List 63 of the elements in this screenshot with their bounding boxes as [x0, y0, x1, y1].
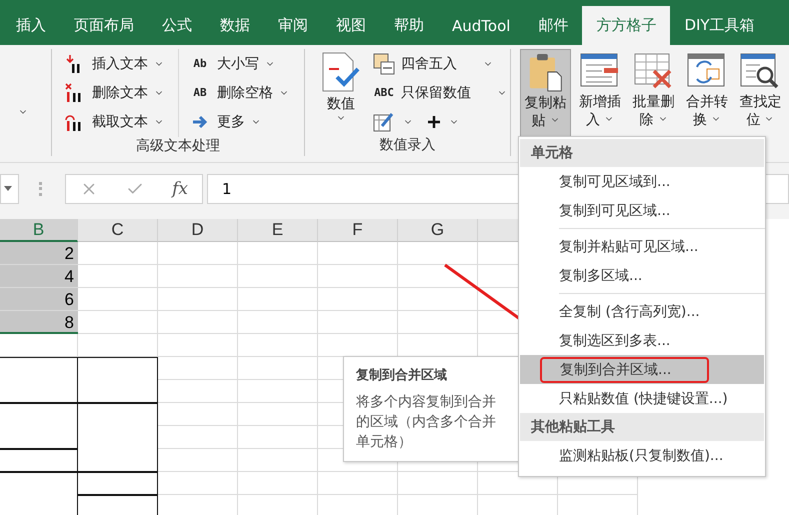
- table-cell: 4: [0, 265, 78, 288]
- table-cell: 8: [0, 311, 78, 334]
- ribbon-command[interactable]: 截取文本: [64, 107, 164, 136]
- column-header[interactable]: B: [0, 219, 78, 242]
- ribbon-command[interactable]: AB 删除空格: [189, 78, 289, 107]
- ribbon-command[interactable]: 插入文本: [64, 49, 164, 78]
- ribbon-button[interactable]: 新增插入: [575, 49, 625, 135]
- ribbon-button[interactable]: 合并转换: [682, 49, 732, 135]
- menu-item[interactable]: 复制选区到多表...: [559, 332, 670, 350]
- letter-case-icon: Ab: [189, 57, 211, 70]
- group-label: 数值录入: [378, 136, 436, 155]
- ribbon-button[interactable]: 批量删除: [628, 49, 678, 135]
- remove-space-icon: AB: [189, 86, 211, 99]
- menu-item[interactable]: 复制并粘贴可见区域...: [559, 238, 698, 256]
- ribbon-tab[interactable]: 数据: [206, 6, 264, 45]
- menu-item[interactable]: 监测粘贴板(只复制数值)...: [559, 446, 724, 464]
- group-label: 高级文本处理: [135, 137, 221, 156]
- plus-icon: [427, 114, 441, 128]
- column-header[interactable]: D: [158, 219, 238, 242]
- menu-item[interactable]: 全复制 (含行高列宽)...: [559, 302, 700, 320]
- ribbon-tab[interactable]: 公式: [148, 6, 206, 45]
- round-grid-icon: [373, 52, 395, 74]
- ribbon-button[interactable]: 复制粘贴: [520, 49, 572, 137]
- menu-section-header: 其他粘贴工具: [520, 413, 764, 441]
- ribbon-button[interactable]: 查找定位: [736, 49, 786, 135]
- ribbon-command[interactable]: 四舍五入: [373, 49, 507, 78]
- ribbon-command[interactable]: ABC 只保留数值: [373, 78, 507, 107]
- ribbon-tab[interactable]: 邮件: [524, 6, 582, 45]
- insert-function-button[interactable]: fx: [172, 178, 188, 198]
- ribbon-tab[interactable]: 视图: [322, 6, 380, 45]
- ribbon-command[interactable]: Ab 大小写: [189, 49, 289, 78]
- letter-case-icon: ABC: [373, 86, 395, 99]
- table-cell: 2: [0, 242, 78, 265]
- ribbon-tab[interactable]: 审阅: [264, 6, 322, 45]
- ribbon-command[interactable]: 更多: [189, 107, 289, 136]
- column-header[interactable]: E: [238, 219, 318, 242]
- name-box[interactable]: [0, 174, 19, 204]
- tooltip-title: 复制到合并区域: [356, 366, 448, 384]
- ribbon-tab[interactable]: 帮助: [380, 6, 438, 45]
- find-icon: [740, 51, 780, 91]
- dropdown-icon: [4, 186, 12, 191]
- column-header[interactable]: F: [318, 219, 398, 242]
- ribbon-tab[interactable]: 插入: [2, 6, 60, 45]
- menu-item[interactable]: 复制可见区域到...: [559, 172, 670, 190]
- table-cell: 6: [0, 288, 78, 311]
- clipboard-icon: [528, 52, 564, 92]
- value-check-icon: [321, 51, 361, 93]
- number-button[interactable]: 数值: [319, 49, 363, 135]
- grid-delete-icon: [634, 51, 674, 91]
- ribbon-tab[interactable]: 方方格子: [582, 6, 670, 45]
- column-header[interactable]: G: [398, 219, 478, 242]
- tooltip-text: 将多个内容复制到合并的区域（内含多个合并单元格）: [356, 393, 497, 452]
- menu-item[interactable]: 复制多区域...: [559, 266, 642, 284]
- menu-item[interactable]: 只粘贴数值 (快捷键设置...): [559, 390, 728, 408]
- ribbon-tab[interactable]: DIY工具箱: [670, 6, 769, 45]
- menu-item[interactable]: 复制到合并区域...: [540, 356, 710, 382]
- ribbon-command[interactable]: 删除文本: [64, 78, 164, 107]
- menu-item[interactable]: 复制到可见区域...: [559, 202, 670, 220]
- ribbon-tab[interactable]: 页面布局: [60, 6, 148, 45]
- column-header[interactable]: C: [78, 219, 158, 242]
- menu-section-header: 单元格: [520, 139, 764, 167]
- ribbon-tab[interactable]: AudTool: [438, 6, 524, 45]
- edit-grid-icon: [373, 110, 395, 132]
